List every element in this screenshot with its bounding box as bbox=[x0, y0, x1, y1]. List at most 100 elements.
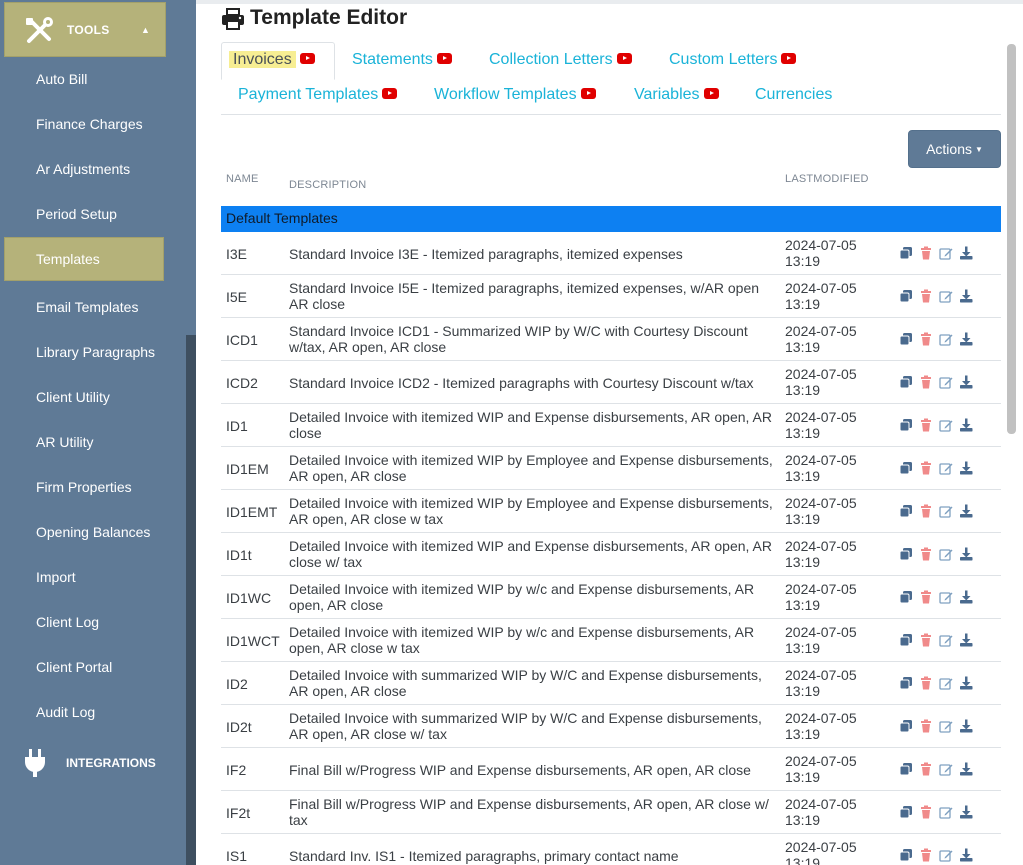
table-row[interactable]: IF2 Final Bill w/Progress WIP and Expense… bbox=[221, 748, 1001, 791]
trash-icon[interactable] bbox=[919, 289, 933, 303]
trash-icon[interactable] bbox=[919, 504, 933, 518]
edit-icon[interactable] bbox=[939, 332, 953, 346]
sidebar-item-opening-balances[interactable]: Opening Balances bbox=[36, 524, 150, 540]
download-icon[interactable] bbox=[959, 246, 973, 260]
copy-icon[interactable] bbox=[899, 719, 913, 733]
youtube-icon[interactable] bbox=[436, 53, 452, 65]
edit-icon[interactable] bbox=[939, 289, 953, 303]
trash-icon[interactable] bbox=[919, 246, 933, 260]
trash-icon[interactable] bbox=[919, 719, 933, 733]
tab-invoices[interactable]: Invoices bbox=[229, 51, 315, 69]
trash-icon[interactable] bbox=[919, 805, 933, 819]
copy-icon[interactable] bbox=[899, 418, 913, 432]
table-row[interactable]: ID1t Detailed Invoice with itemized WIP a… bbox=[221, 533, 1001, 576]
sidebar-item-integrations[interactable]: INTEGRATIONS bbox=[66, 756, 156, 770]
copy-icon[interactable] bbox=[899, 461, 913, 475]
table-row[interactable]: IS1 Standard Inv. IS1 - Itemized paragrap… bbox=[221, 834, 1001, 865]
tab-custom-letters[interactable]: Custom Letters bbox=[669, 51, 797, 69]
edit-icon[interactable] bbox=[939, 633, 953, 647]
sidebar-scroll-track[interactable] bbox=[186, 335, 196, 865]
edit-icon[interactable] bbox=[939, 762, 953, 776]
copy-icon[interactable] bbox=[899, 246, 913, 260]
edit-icon[interactable] bbox=[939, 719, 953, 733]
youtube-icon[interactable] bbox=[616, 53, 632, 65]
copy-icon[interactable] bbox=[899, 289, 913, 303]
sidebar-item-library-paragraphs[interactable]: Library Paragraphs bbox=[36, 344, 155, 360]
trash-icon[interactable] bbox=[919, 633, 933, 647]
download-icon[interactable] bbox=[959, 461, 973, 475]
edit-icon[interactable] bbox=[939, 547, 953, 561]
actions-dropdown-button[interactable]: Actions ▼ bbox=[908, 130, 1001, 168]
trash-icon[interactable] bbox=[919, 547, 933, 561]
download-icon[interactable] bbox=[959, 547, 973, 561]
table-row[interactable]: ID1EMT Detailed Invoice with itemized WIP… bbox=[221, 490, 1001, 533]
download-icon[interactable] bbox=[959, 633, 973, 647]
download-icon[interactable] bbox=[959, 418, 973, 432]
tab-statements[interactable]: Statements bbox=[352, 51, 452, 69]
column-header-description[interactable]: DESCRIPTION bbox=[289, 179, 366, 191]
sidebar-item-firm-properties[interactable]: Firm Properties bbox=[36, 479, 132, 495]
trash-icon[interactable] bbox=[919, 762, 933, 776]
table-row[interactable]: ID1WCT Detailed Invoice with itemized WIP… bbox=[221, 619, 1001, 662]
trash-icon[interactable] bbox=[919, 332, 933, 346]
edit-icon[interactable] bbox=[939, 418, 953, 432]
copy-icon[interactable] bbox=[899, 676, 913, 690]
copy-icon[interactable] bbox=[899, 504, 913, 518]
youtube-icon[interactable] bbox=[580, 88, 596, 100]
group-row-default-templates[interactable]: Default Templates bbox=[221, 206, 1001, 232]
edit-icon[interactable] bbox=[939, 590, 953, 604]
table-row[interactable]: ICD2 Standard Invoice ICD2 - Itemized par… bbox=[221, 361, 1001, 404]
copy-icon[interactable] bbox=[899, 633, 913, 647]
sidebar-item-templates[interactable]: Templates bbox=[36, 251, 100, 267]
table-row[interactable]: ID1 Detailed Invoice with itemized WIP an… bbox=[221, 404, 1001, 447]
trash-icon[interactable] bbox=[919, 590, 933, 604]
edit-icon[interactable] bbox=[939, 246, 953, 260]
sidebar-item-ar-adjustments[interactable]: Ar Adjustments bbox=[36, 161, 130, 177]
edit-icon[interactable] bbox=[939, 375, 953, 389]
sidebar-item-client-portal[interactable]: Client Portal bbox=[36, 659, 112, 675]
copy-icon[interactable] bbox=[899, 590, 913, 604]
copy-icon[interactable] bbox=[899, 762, 913, 776]
download-icon[interactable] bbox=[959, 289, 973, 303]
download-icon[interactable] bbox=[959, 590, 973, 604]
trash-icon[interactable] bbox=[919, 848, 933, 862]
tab-collection-letters[interactable]: Collection Letters bbox=[489, 51, 632, 69]
copy-icon[interactable] bbox=[899, 547, 913, 561]
copy-icon[interactable] bbox=[899, 375, 913, 389]
download-icon[interactable] bbox=[959, 762, 973, 776]
youtube-icon[interactable] bbox=[703, 88, 719, 100]
edit-icon[interactable] bbox=[939, 805, 953, 819]
trash-icon[interactable] bbox=[919, 461, 933, 475]
download-icon[interactable] bbox=[959, 676, 973, 690]
download-icon[interactable] bbox=[959, 719, 973, 733]
copy-icon[interactable] bbox=[899, 805, 913, 819]
sidebar-item-client-utility[interactable]: Client Utility bbox=[36, 389, 110, 405]
main-scrollbar[interactable] bbox=[1007, 44, 1016, 434]
tab-payment-templates[interactable]: Payment Templates bbox=[238, 86, 398, 104]
edit-icon[interactable] bbox=[939, 461, 953, 475]
copy-icon[interactable] bbox=[899, 848, 913, 862]
sidebar-item-client-log[interactable]: Client Log bbox=[36, 614, 99, 630]
download-icon[interactable] bbox=[959, 375, 973, 389]
sidebar-item-import[interactable]: Import bbox=[36, 569, 76, 585]
edit-icon[interactable] bbox=[939, 848, 953, 862]
sidebar-item-audit-log[interactable]: Audit Log bbox=[36, 704, 95, 720]
tab-variables[interactable]: Variables bbox=[634, 86, 719, 104]
sidebar-item-ar-utility[interactable]: AR Utility bbox=[36, 434, 94, 450]
download-icon[interactable] bbox=[959, 805, 973, 819]
trash-icon[interactable] bbox=[919, 375, 933, 389]
table-row[interactable]: ID2 Detailed Invoice with summarized WIP … bbox=[221, 662, 1001, 705]
sidebar-item-period-setup[interactable]: Period Setup bbox=[36, 206, 117, 222]
table-row[interactable]: I5E Standard Invoice I5E - Itemized parag… bbox=[221, 275, 1001, 318]
table-row[interactable]: IF2t Final Bill w/Progress WIP and Expens… bbox=[221, 791, 1001, 834]
youtube-icon[interactable] bbox=[299, 53, 315, 65]
sidebar-item-auto-bill[interactable]: Auto Bill bbox=[36, 71, 87, 87]
tab-workflow-templates[interactable]: Workflow Templates bbox=[434, 86, 596, 104]
column-header-lastmodified[interactable]: LASTMODIFIED bbox=[785, 173, 869, 185]
table-row[interactable]: ID1WC Detailed Invoice with itemized WIP … bbox=[221, 576, 1001, 619]
sidebar-item-finance-charges[interactable]: Finance Charges bbox=[36, 116, 143, 132]
table-row[interactable]: ICD1 Standard Invoice ICD1 - Summarized W… bbox=[221, 318, 1001, 361]
table-row[interactable]: I3E Standard Invoice I3E - Itemized parag… bbox=[221, 232, 1001, 275]
tools-menu-toggle[interactable]: TOOLS ▲ bbox=[4, 2, 166, 57]
trash-icon[interactable] bbox=[919, 676, 933, 690]
